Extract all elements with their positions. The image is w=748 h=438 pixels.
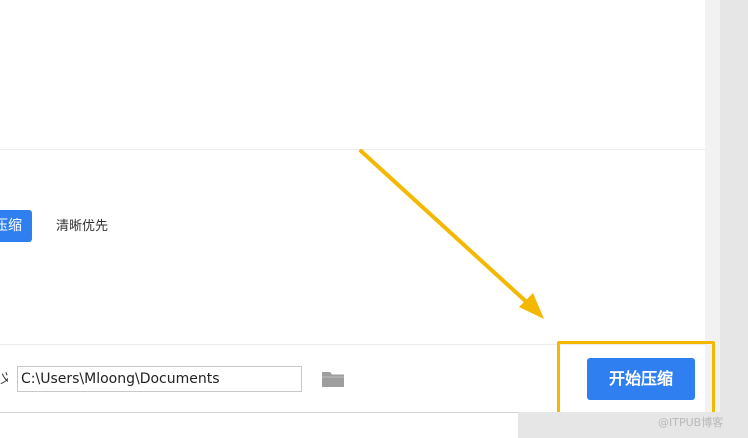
clarity-priority-label: 清晰优先: [56, 219, 109, 234]
compression-mode-button-active[interactable]: 压缩: [0, 210, 32, 242]
watermark: @ITPUB博客: [658, 414, 748, 432]
footer-divider: [0, 412, 518, 413]
folder-icon[interactable]: [321, 370, 345, 388]
panel-right-margin: [705, 0, 720, 438]
output-path-input[interactable]: [17, 366, 302, 392]
output-folder-label: 义: [0, 370, 8, 390]
clarity-priority-button[interactable]: 清晰优先: [56, 217, 108, 237]
scrollbar-track[interactable]: [720, 0, 748, 438]
section-divider: [0, 344, 705, 345]
section-divider: [0, 149, 705, 150]
start-compress-label: 开始压缩: [608, 369, 673, 388]
start-compress-button[interactable]: 开始压缩: [587, 358, 695, 400]
watermark-text: @ITPUB博客: [658, 416, 724, 429]
output-folder-label-text: 义: [0, 372, 8, 387]
compression-mode-label: 压缩: [0, 218, 22, 234]
footer-bar: [0, 412, 518, 438]
